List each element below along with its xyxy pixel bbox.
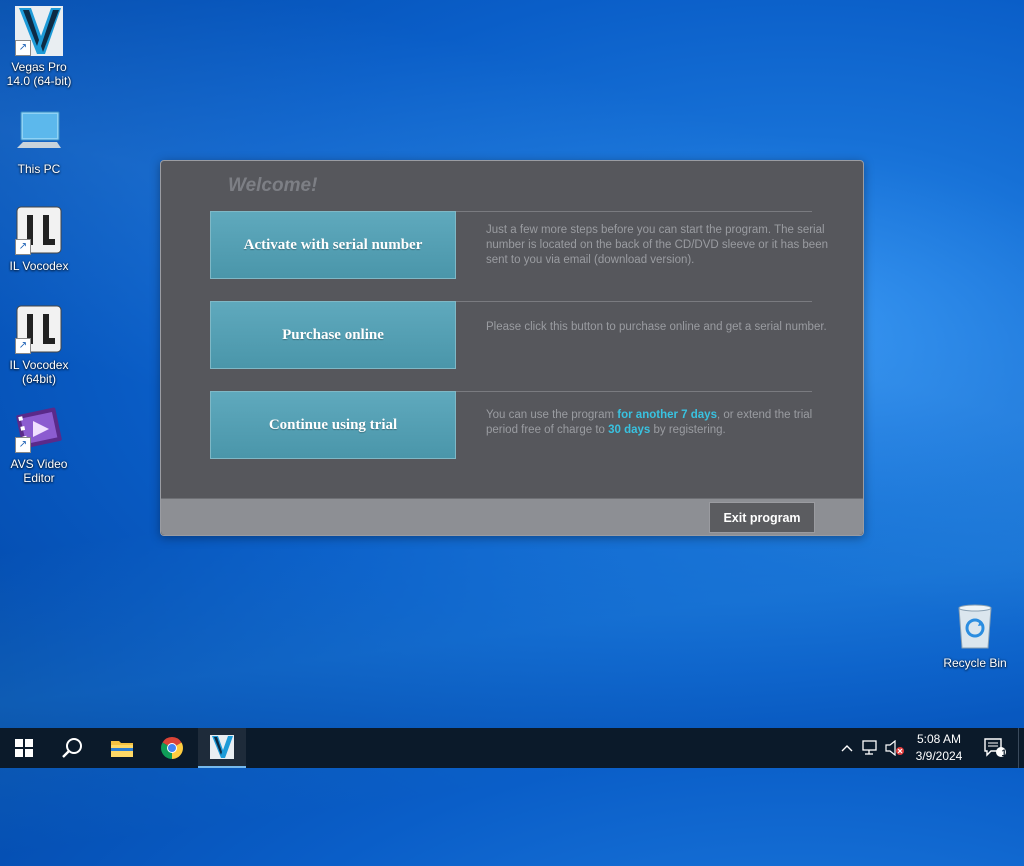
vegas-pro-icon [210,735,234,759]
search-icon [62,738,82,758]
start-button[interactable] [0,728,48,768]
chevron-up-icon [841,745,853,752]
chrome-icon [161,737,183,759]
clock[interactable]: 5:08 AM 3/9/2024 [906,731,972,765]
trial-text: by registering. [650,424,726,436]
dialog-title: Welcome! [228,175,318,196]
taskbar: 5:08 AM 3/9/2024 1 [0,728,1024,768]
desktop-icon-this-pc[interactable]: This PC [1,108,77,176]
trial-text: You can use the program [486,409,618,421]
shortcut-arrow-icon: ↗ [15,40,31,56]
file-explorer-icon [111,741,133,757]
trial-description: You can use the program for another 7 da… [486,408,831,438]
desktop-icon-label: Vegas Pro 14.0 (64-bit) [6,60,72,88]
activate-description: Just a few more steps before you can sta… [486,224,828,266]
extended-days-highlight: 30 days [608,424,651,436]
desktop-icon-label: IL Vocodex [9,259,69,273]
desktop-icon-il-vocodex-64[interactable]: ↗ IL Vocodex (64bit) [1,304,77,386]
dialog-footer: Exit program [161,498,863,535]
purchase-description: Please click this button to purchase onl… [486,321,827,333]
vegas-pro-taskbar-button[interactable] [198,728,246,768]
desktop-icon-avs-video-editor[interactable]: ↗ AVS Video Editor [1,403,77,485]
vegas-pro-icon: ↗ [15,6,63,56]
shortcut-arrow-icon: ↗ [15,239,31,255]
network-icon [862,740,877,755]
desktop-icon-label: Recycle Bin [943,656,1007,670]
volume-button[interactable] [884,728,906,768]
volume-muted-icon [885,740,904,756]
desktop-icon-vegas-pro[interactable]: ↗ Vegas Pro 14.0 (64-bit) [1,6,77,88]
desktop-icon-label: This PC [17,162,61,176]
continue-trial-button[interactable]: Continue using trial [210,391,456,459]
il-vocodex-icon: ↗ [15,304,63,354]
chrome-button[interactable] [148,728,196,768]
avs-video-editor-icon: ↗ [15,403,63,453]
activate-serial-button[interactable]: Activate with serial number [210,211,456,279]
purchase-online-button[interactable]: Purchase online [210,301,456,369]
il-vocodex-icon: ↗ [15,205,63,255]
file-explorer-button[interactable] [98,728,146,768]
trial-days-highlight: for another 7 days [617,409,717,421]
clock-date: 3/9/2024 [915,749,963,763]
desktop-icon-label: AVS Video Editor [10,457,68,485]
welcome-dialog: Welcome! Activate with serial number Jus… [160,160,864,536]
exit-program-button[interactable]: Exit program [709,502,815,533]
shortcut-arrow-icon: ↗ [15,338,31,354]
desktop-icon-recycle-bin[interactable]: Recycle Bin [937,602,1013,670]
desktop-icon-label: IL Vocodex (64bit) [9,358,69,386]
clock-time: 5:08 AM [916,732,962,746]
recycle-bin-icon [951,602,999,652]
notification-count-badge: 1 [1001,748,1007,758]
computer-icon [15,108,63,158]
search-button[interactable] [48,728,96,768]
start-icon [15,739,33,757]
action-center-button[interactable]: 1 [978,728,1012,768]
show-hidden-icons-button[interactable] [838,728,856,768]
shortcut-arrow-icon: ↗ [15,437,31,453]
desktop-icon-il-vocodex[interactable]: ↗ IL Vocodex [1,205,77,273]
network-button[interactable] [860,728,882,768]
show-desktop-button[interactable] [1018,728,1024,768]
